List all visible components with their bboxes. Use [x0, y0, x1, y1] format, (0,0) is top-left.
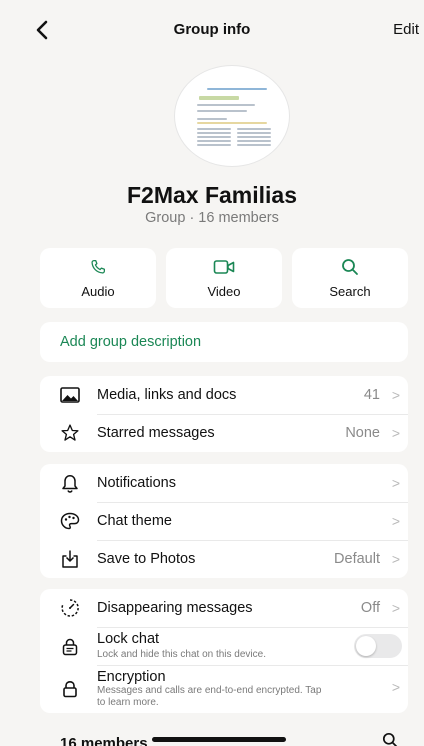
encryption-sublabel-line1: Messages and calls are end-to-end encryp… — [97, 685, 322, 696]
disappearing-messages-label: Disappearing messages — [97, 600, 253, 616]
image-icon — [60, 385, 80, 405]
chevron-right-icon: > — [391, 551, 400, 567]
audio-call-button[interactable]: Audio — [40, 248, 156, 308]
media-section: Media, links and docs 41 > Starred messa… — [40, 376, 408, 452]
bell-icon — [60, 473, 80, 493]
disappearing-messages-value: Off — [360, 600, 380, 616]
chevron-right-icon: > — [391, 679, 400, 695]
add-description-button[interactable]: Add group description — [40, 322, 408, 362]
search-button[interactable]: Search — [292, 248, 408, 308]
encryption-label: Encryption — [97, 669, 166, 685]
notifications-label: Notifications — [97, 475, 176, 491]
home-indicator — [152, 737, 286, 742]
group-name: F2Max Familias — [126, 182, 298, 208]
video-call-button[interactable]: Video — [166, 248, 282, 308]
palette-icon — [60, 511, 80, 531]
chat-theme-label: Chat theme — [97, 513, 172, 529]
starred-messages-row[interactable]: Starred messages None > — [40, 414, 408, 452]
download-icon — [60, 549, 80, 569]
audio-label: Audio — [81, 283, 115, 299]
media-links-docs-row[interactable]: Media, links and docs 41 > — [40, 376, 408, 414]
star-icon — [60, 423, 80, 443]
chat-theme-row[interactable]: Chat theme > — [40, 502, 408, 540]
lock-chat-row: Lock chat Lock and hide this chat on thi… — [40, 627, 408, 665]
header-bar: Group info Edit — [0, 0, 424, 60]
disappearing-messages-row[interactable]: Disappearing messages Off > — [40, 589, 408, 627]
save-to-photos-row[interactable]: Save to Photos Default > — [40, 540, 408, 578]
notifications-row[interactable]: Notifications > — [40, 464, 408, 502]
starred-messages-label: Starred messages — [97, 425, 215, 441]
chevron-right-icon: > — [391, 387, 400, 403]
media-links-docs-label: Media, links and docs — [97, 387, 237, 403]
settings-section: Notifications > Chat theme > Save to Pho… — [40, 464, 408, 578]
encryption-row[interactable]: Encryption Messages and calls are end-to… — [40, 665, 408, 713]
group-subtitle: Group · 16 members — [145, 210, 279, 226]
save-to-photos-value: Default — [334, 551, 380, 567]
quick-actions: Audio Video Search — [40, 248, 408, 308]
lock-icon — [60, 679, 80, 699]
search-label: Search — [329, 283, 371, 299]
lock-chat-icon — [60, 637, 80, 657]
members-count-header: 16 members — [60, 735, 148, 746]
video-label: Video — [207, 283, 241, 299]
video-camera-icon — [213, 258, 235, 276]
lock-chat-toggle[interactable] — [354, 634, 402, 658]
privacy-section: Disappearing messages Off > Lock chat Lo… — [40, 589, 408, 713]
group-avatar[interactable] — [174, 65, 290, 167]
toggle-knob — [356, 636, 376, 656]
chevron-right-icon: > — [391, 425, 400, 441]
lock-chat-label: Lock chat — [97, 631, 160, 647]
encryption-sublabel-line2: to learn more. — [97, 697, 159, 708]
timer-icon — [60, 598, 80, 618]
page-title: Group info — [173, 21, 251, 38]
save-to-photos-label: Save to Photos — [97, 551, 196, 567]
lock-chat-sublabel: Lock and hide this chat on this device. — [97, 649, 266, 660]
members-search-icon[interactable] — [382, 732, 398, 746]
search-icon — [339, 258, 361, 276]
edit-button[interactable]: Edit — [393, 21, 419, 38]
starred-messages-value: None — [345, 425, 380, 441]
media-count: 41 — [363, 387, 380, 403]
chevron-right-icon: > — [391, 513, 400, 529]
chevron-right-icon: > — [391, 475, 400, 491]
phone-icon — [87, 258, 109, 276]
chevron-right-icon: > — [391, 600, 400, 616]
